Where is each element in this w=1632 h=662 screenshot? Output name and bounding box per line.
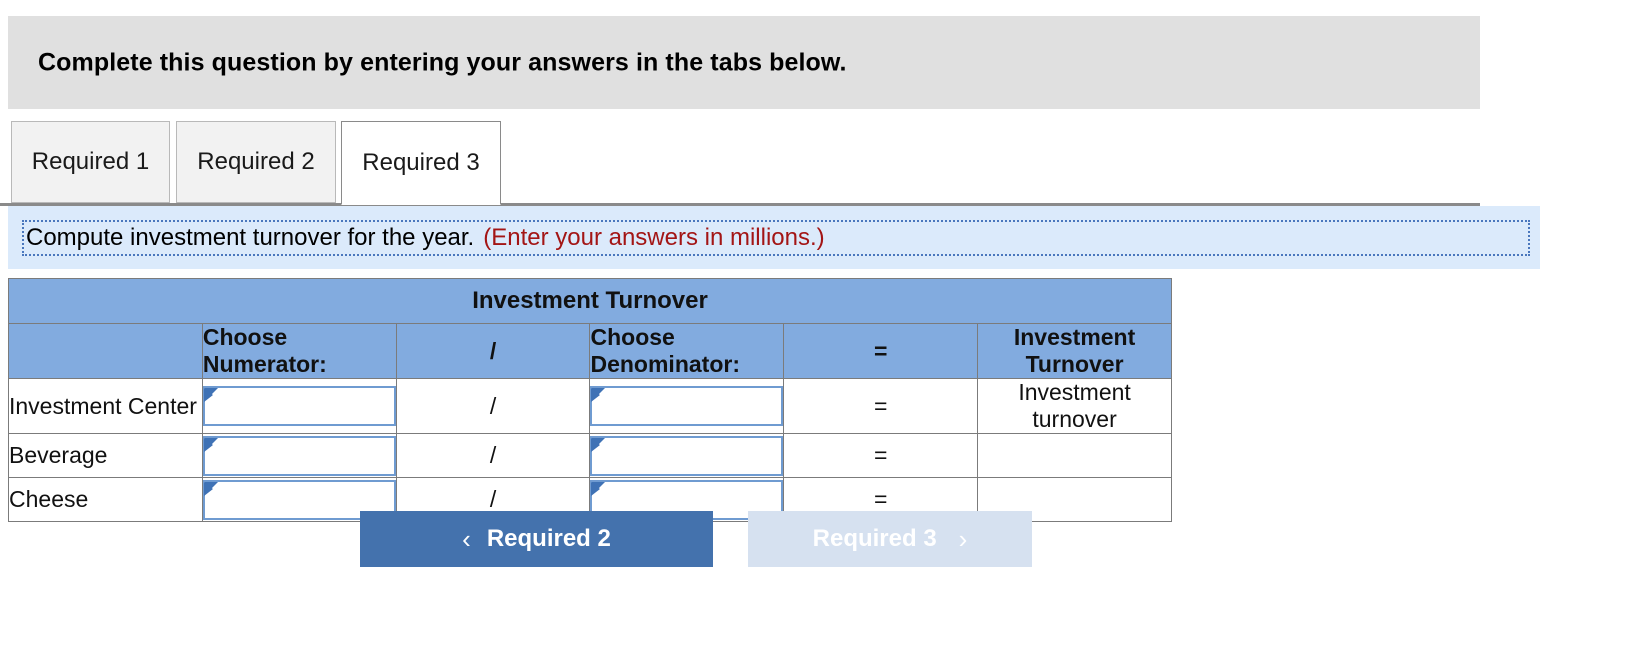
- row-label-investment-center: Investment Center: [8, 378, 203, 434]
- header-choose-numerator: Choose Numerator:: [201, 323, 397, 379]
- navigation-bar: ‹ Required 2 Required 3 ›: [0, 511, 1632, 569]
- denominator-dropdown-0[interactable]: [590, 386, 784, 426]
- denominator-cell[interactable]: [589, 378, 785, 434]
- result-value-1: [977, 433, 1172, 478]
- chevron-right-icon: ›: [958, 524, 968, 554]
- numerator-cell[interactable]: [201, 378, 397, 434]
- header-investment-turnover: Investment Turnover: [977, 323, 1172, 379]
- dropdown-marker-icon: [591, 437, 606, 452]
- header-blank: [8, 323, 203, 379]
- chevron-left-icon: ‹: [462, 524, 471, 554]
- header-choose-denominator: Choose Denominator:: [589, 323, 785, 379]
- divide-symbol-0: /: [395, 378, 591, 434]
- tab-required-3[interactable]: Required 3: [341, 121, 501, 205]
- denominator-dropdown-1[interactable]: [590, 435, 784, 476]
- table-header-row: Choose Numerator: / Choose Denominator: …: [8, 323, 1172, 379]
- equals-symbol-0: =: [783, 378, 979, 434]
- dropdown-marker-icon: [591, 388, 606, 402]
- row-label-beverage: Beverage: [8, 433, 203, 478]
- tab-required-2[interactable]: Required 2: [176, 121, 336, 203]
- tab-underline: [0, 203, 1480, 206]
- table-title: Investment Turnover: [8, 278, 1172, 324]
- next-required-button: Required 3 ›: [748, 511, 1032, 567]
- table-row: Beverage / =: [8, 433, 1172, 478]
- divide-symbol-1: /: [395, 433, 591, 478]
- investment-turnover-table: Investment Turnover Choose Numerator: / …: [8, 278, 1172, 522]
- dropdown-marker-icon: [203, 481, 218, 496]
- previous-required-label: Required 2: [486, 525, 611, 552]
- question-instruction-text: Compute investment turnover for the year…: [26, 224, 475, 251]
- denominator-cell[interactable]: [589, 433, 785, 478]
- dropdown-marker-icon: [203, 437, 218, 452]
- tab-required-1[interactable]: Required 1: [11, 121, 170, 203]
- numerator-dropdown-1[interactable]: [202, 435, 396, 476]
- dropdown-marker-icon: [591, 481, 606, 496]
- numerator-cell[interactable]: [201, 433, 397, 478]
- result-value-0: Investment turnover: [977, 378, 1172, 434]
- dropdown-marker-icon: [203, 388, 218, 402]
- banner-text: Complete this question by entering your …: [38, 48, 847, 76]
- question-instruction-note: (Enter your answers in millions.): [483, 224, 825, 251]
- table-row: Investment Center / = Investment turnove…: [8, 378, 1172, 434]
- question-instruction-band: Compute investment turnover for the year…: [8, 206, 1540, 269]
- tab-strip: Required 1 Required 2 Required 3: [0, 121, 1632, 205]
- instruction-banner: Complete this question by entering your …: [8, 16, 1480, 109]
- next-required-label: Required 3: [812, 525, 937, 552]
- question-instruction-box: Compute investment turnover for the year…: [22, 220, 1530, 256]
- equals-symbol-1: =: [783, 433, 979, 478]
- header-equals-symbol: =: [783, 323, 979, 379]
- header-divide-symbol: /: [395, 323, 591, 379]
- table-title-row: Investment Turnover: [8, 278, 1172, 324]
- previous-required-button[interactable]: ‹ Required 2: [360, 511, 713, 567]
- numerator-dropdown-0[interactable]: [202, 386, 396, 426]
